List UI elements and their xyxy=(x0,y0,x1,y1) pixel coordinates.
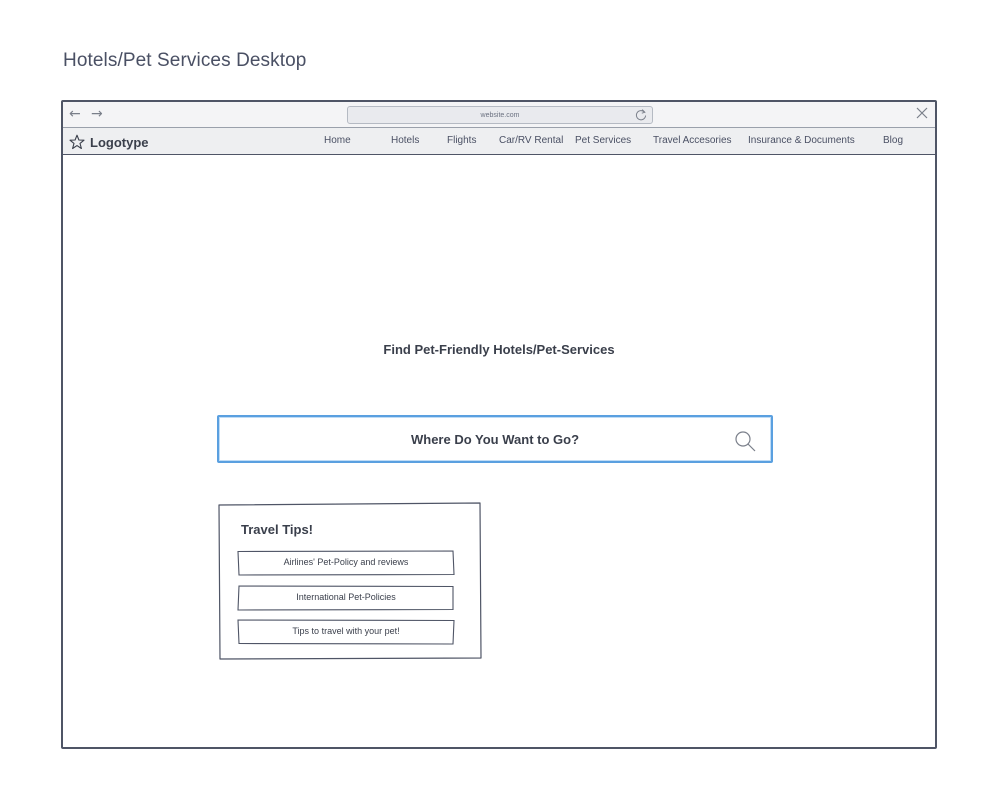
page-title: Hotels/Pet Services Desktop xyxy=(63,50,307,71)
close-icon[interactable] xyxy=(915,106,929,120)
travel-tips-title: Travel Tips! xyxy=(241,522,314,537)
tip-label: Airlines' Pet-Policy and reviews xyxy=(283,557,409,567)
nav-link-hotels[interactable]: Hotels xyxy=(391,135,419,146)
nav-link-pet-services[interactable]: Pet Services xyxy=(575,135,631,146)
browser-toolbar: ← → website.com xyxy=(63,102,935,128)
address-bar[interactable]: website.com xyxy=(347,106,653,124)
logo[interactable]: Logotype xyxy=(69,133,149,151)
search-icon[interactable] xyxy=(733,429,757,453)
hero-title: Find Pet-Friendly Hotels/Pet-Services xyxy=(383,342,615,357)
destination-search-input[interactable]: Where Do You Want to Go? xyxy=(217,415,773,463)
nav-link-blog[interactable]: Blog xyxy=(883,135,903,146)
tip-button-international-policies[interactable]: International Pet-Policies xyxy=(237,585,455,611)
nav-link-car-rv-rental[interactable]: Car/RV Rental xyxy=(499,135,563,146)
nav-link-flights[interactable]: Flights xyxy=(447,135,476,146)
browser-window: ← → website.com Logotype Home Hotels Fli… xyxy=(61,100,937,749)
back-arrow-icon[interactable]: ← xyxy=(69,106,81,122)
forward-arrow-icon[interactable]: → xyxy=(91,106,103,122)
nav-link-insurance-documents[interactable]: Insurance & Documents xyxy=(748,135,855,146)
star-icon xyxy=(69,134,85,150)
tip-label: Tips to travel with your pet! xyxy=(292,626,400,636)
tip-label: International Pet-Policies xyxy=(296,592,396,602)
site-navigation: Logotype Home Hotels Flights Car/RV Rent… xyxy=(63,128,935,155)
travel-tips-card: Travel Tips! Airlines' Pet-Policy and re… xyxy=(217,502,482,660)
search-placeholder: Where Do You Want to Go? xyxy=(410,432,580,447)
tip-button-airlines-policy[interactable]: Airlines' Pet-Policy and reviews xyxy=(237,550,455,576)
reload-icon[interactable] xyxy=(634,108,648,122)
tip-button-travel-tips[interactable]: Tips to travel with your pet! xyxy=(237,619,455,645)
nav-link-travel-accesories[interactable]: Travel Accesories xyxy=(653,135,732,146)
nav-link-home[interactable]: Home xyxy=(324,135,351,146)
url-text: website.com xyxy=(480,112,520,119)
logo-text: Logotype xyxy=(90,134,149,150)
